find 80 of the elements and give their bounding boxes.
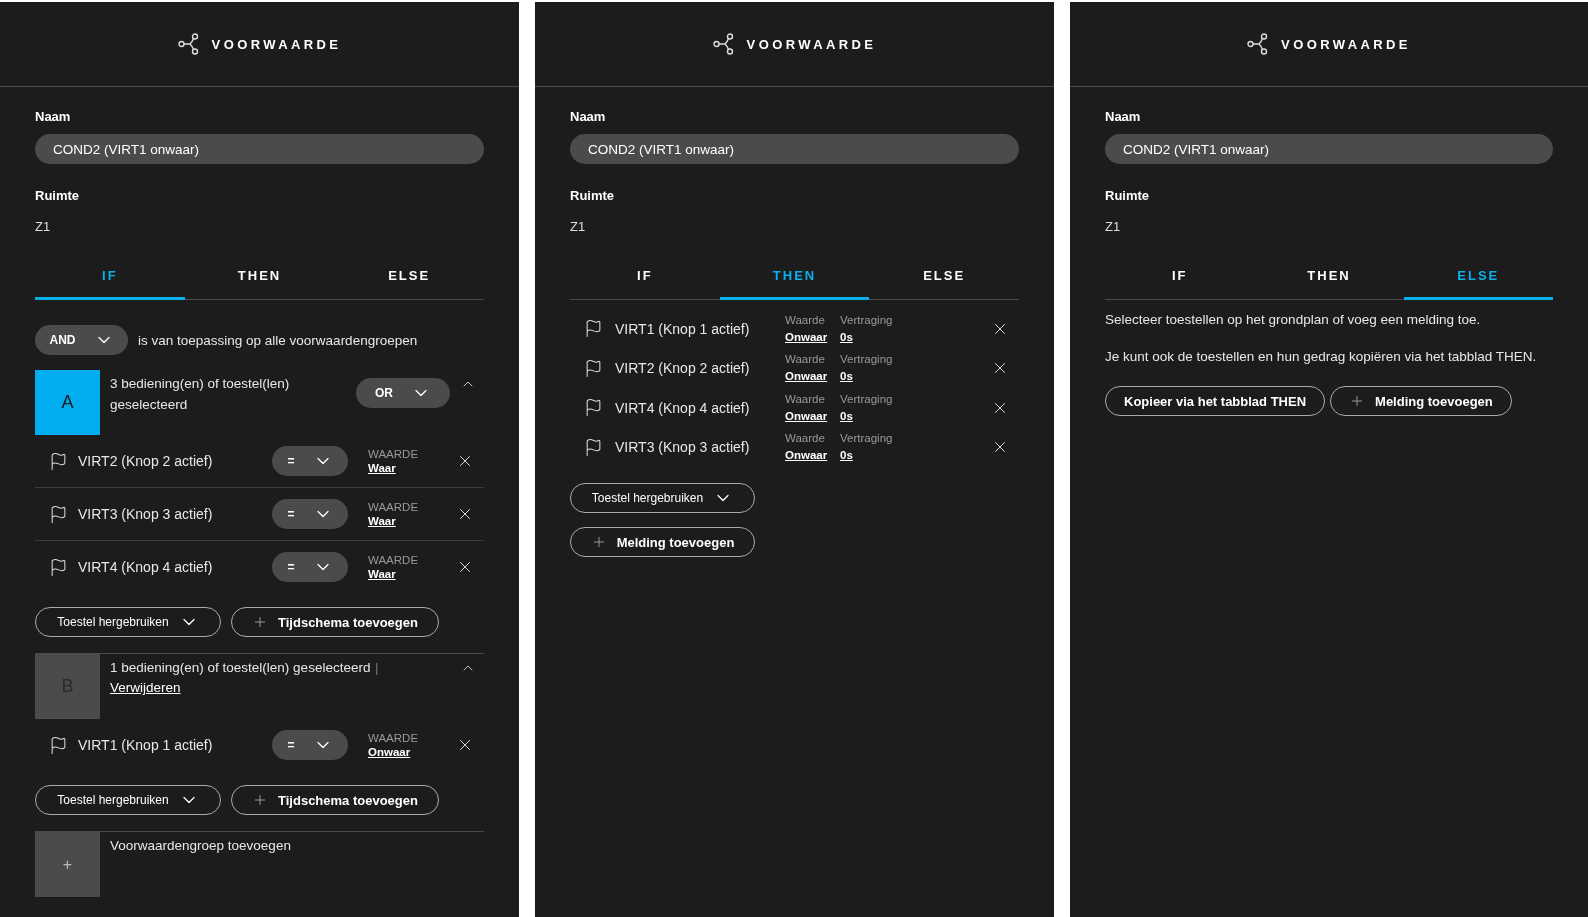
group-letter: A <box>35 370 100 435</box>
value-link[interactable]: Onwaar <box>785 408 828 424</box>
operator-description: is van toepassing op alle voorwaardengroepen <box>138 331 418 350</box>
remove-link[interactable]: Verwijderen <box>110 680 181 695</box>
value-label: Waarde <box>785 431 825 447</box>
flag-icon <box>49 451 68 471</box>
flag-icon <box>584 437 603 457</box>
value-label: WAARDE <box>368 732 419 744</box>
value-label: WAARDE <box>368 501 419 513</box>
tab[interactable]: IF <box>570 268 720 300</box>
info-text: Selecteer toestellen op het grondplan of voeg een melding toe. <box>1105 312 1482 327</box>
panel-title: VOORWAARDE <box>746 36 877 52</box>
value-label: WAARDE <box>368 448 419 460</box>
field-label: Naam <box>570 109 606 124</box>
add-group-label[interactable]: Voorwaardengroep toevoegen <box>110 838 291 853</box>
tab[interactable]: THEN <box>719 268 870 300</box>
tab[interactable]: IF <box>35 268 185 300</box>
device-name: VIRT3 (Knop 3 actief) <box>78 506 214 522</box>
delay-link[interactable]: 0s <box>840 369 853 385</box>
delay-link[interactable]: 0s <box>840 448 853 464</box>
device-name: VIRT4 (Knop 4 actief) <box>78 559 214 575</box>
tab[interactable]: ELSE <box>1403 268 1553 300</box>
panel-title: VOORWAARDE <box>1281 36 1411 52</box>
value-label: WAARDE <box>368 554 419 566</box>
value-link[interactable]: Onwaar <box>785 448 828 464</box>
field-label: Naam <box>1105 109 1141 124</box>
device-name: VIRT2 (Knop 2 actief) <box>615 360 751 377</box>
flag-icon <box>584 398 603 418</box>
delay-label: Vertraging <box>840 391 893 407</box>
delay-label: Vertraging <box>840 312 893 328</box>
tab[interactable]: THEN <box>1254 268 1404 300</box>
tab[interactable]: THEN <box>184 268 335 300</box>
tab[interactable]: IF <box>1105 268 1255 300</box>
delay-link[interactable]: 0s <box>840 408 853 424</box>
value-link[interactable]: Waar <box>368 462 396 474</box>
panel-title: VOORWAARDE <box>211 36 342 52</box>
value-link[interactable]: Onwaar <box>785 369 828 385</box>
add-group-tile[interactable]: + <box>35 832 100 897</box>
tab[interactable]: ELSE <box>869 268 1019 300</box>
operator-dropdown[interactable]: OR <box>356 378 450 408</box>
delay-link[interactable]: 0s <box>840 329 853 345</box>
device-name: VIRT3 (Knop 3 actief) <box>615 439 751 456</box>
value-link[interactable]: Waar <box>368 568 396 580</box>
name-field[interactable]: COND2 (VIRT1 onwaar) <box>570 134 1019 164</box>
group-summary: 3 bediening(en) of toestel(len) geselecteerd <box>110 376 290 412</box>
room-value: Z1 <box>35 219 51 234</box>
field-label: Ruimte <box>570 188 615 203</box>
operator-dropdown[interactable]: AND <box>35 325 128 355</box>
value-label: Waarde <box>785 352 825 368</box>
field-label: Ruimte <box>1105 188 1150 203</box>
value-label: Waarde <box>785 312 825 328</box>
device-name: VIRT2 (Knop 2 actief) <box>78 453 214 469</box>
device-name: VIRT4 (Knop 4 actief) <box>615 399 751 416</box>
device-name: VIRT1 (Knop 1 actief) <box>78 737 214 753</box>
room-value: Z1 <box>570 219 586 234</box>
delay-label: Vertraging <box>840 352 893 368</box>
flag-icon <box>49 735 68 755</box>
value-link[interactable]: Waar <box>368 515 396 527</box>
room-value: Z1 <box>1105 219 1121 234</box>
flag-icon <box>584 319 603 339</box>
flag-icon <box>49 557 68 577</box>
separator: | <box>374 660 379 675</box>
field-label: Ruimte <box>35 188 80 203</box>
tab[interactable]: ELSE <box>334 268 484 300</box>
name-field[interactable]: COND2 (VIRT1 onwaar) <box>1105 134 1553 164</box>
group-summary: 1 bediening(en) of toestel(len) geselecteerd <box>110 660 371 675</box>
value-link[interactable]: Onwaar <box>368 746 411 758</box>
name-field[interactable]: COND2 (VIRT1 onwaar) <box>35 134 484 164</box>
value-label: Waarde <box>785 391 825 407</box>
field-label: Naam <box>35 109 71 124</box>
flag-icon <box>584 358 603 378</box>
comparison-dropdown[interactable]: = <box>272 730 348 760</box>
info-text: Je kunt ook de toestellen en hun gedrag kopiëren via het tabblad THEN. <box>1105 349 1538 364</box>
flag-icon <box>49 504 68 524</box>
comparison-dropdown[interactable]: = <box>272 552 348 582</box>
value-link[interactable]: Onwaar <box>785 329 828 345</box>
delay-label: Vertraging <box>840 431 893 447</box>
comparison-dropdown[interactable]: = <box>272 499 348 529</box>
comparison-dropdown[interactable]: = <box>272 446 348 476</box>
device-name: VIRT1 (Knop 1 actief) <box>615 320 751 337</box>
